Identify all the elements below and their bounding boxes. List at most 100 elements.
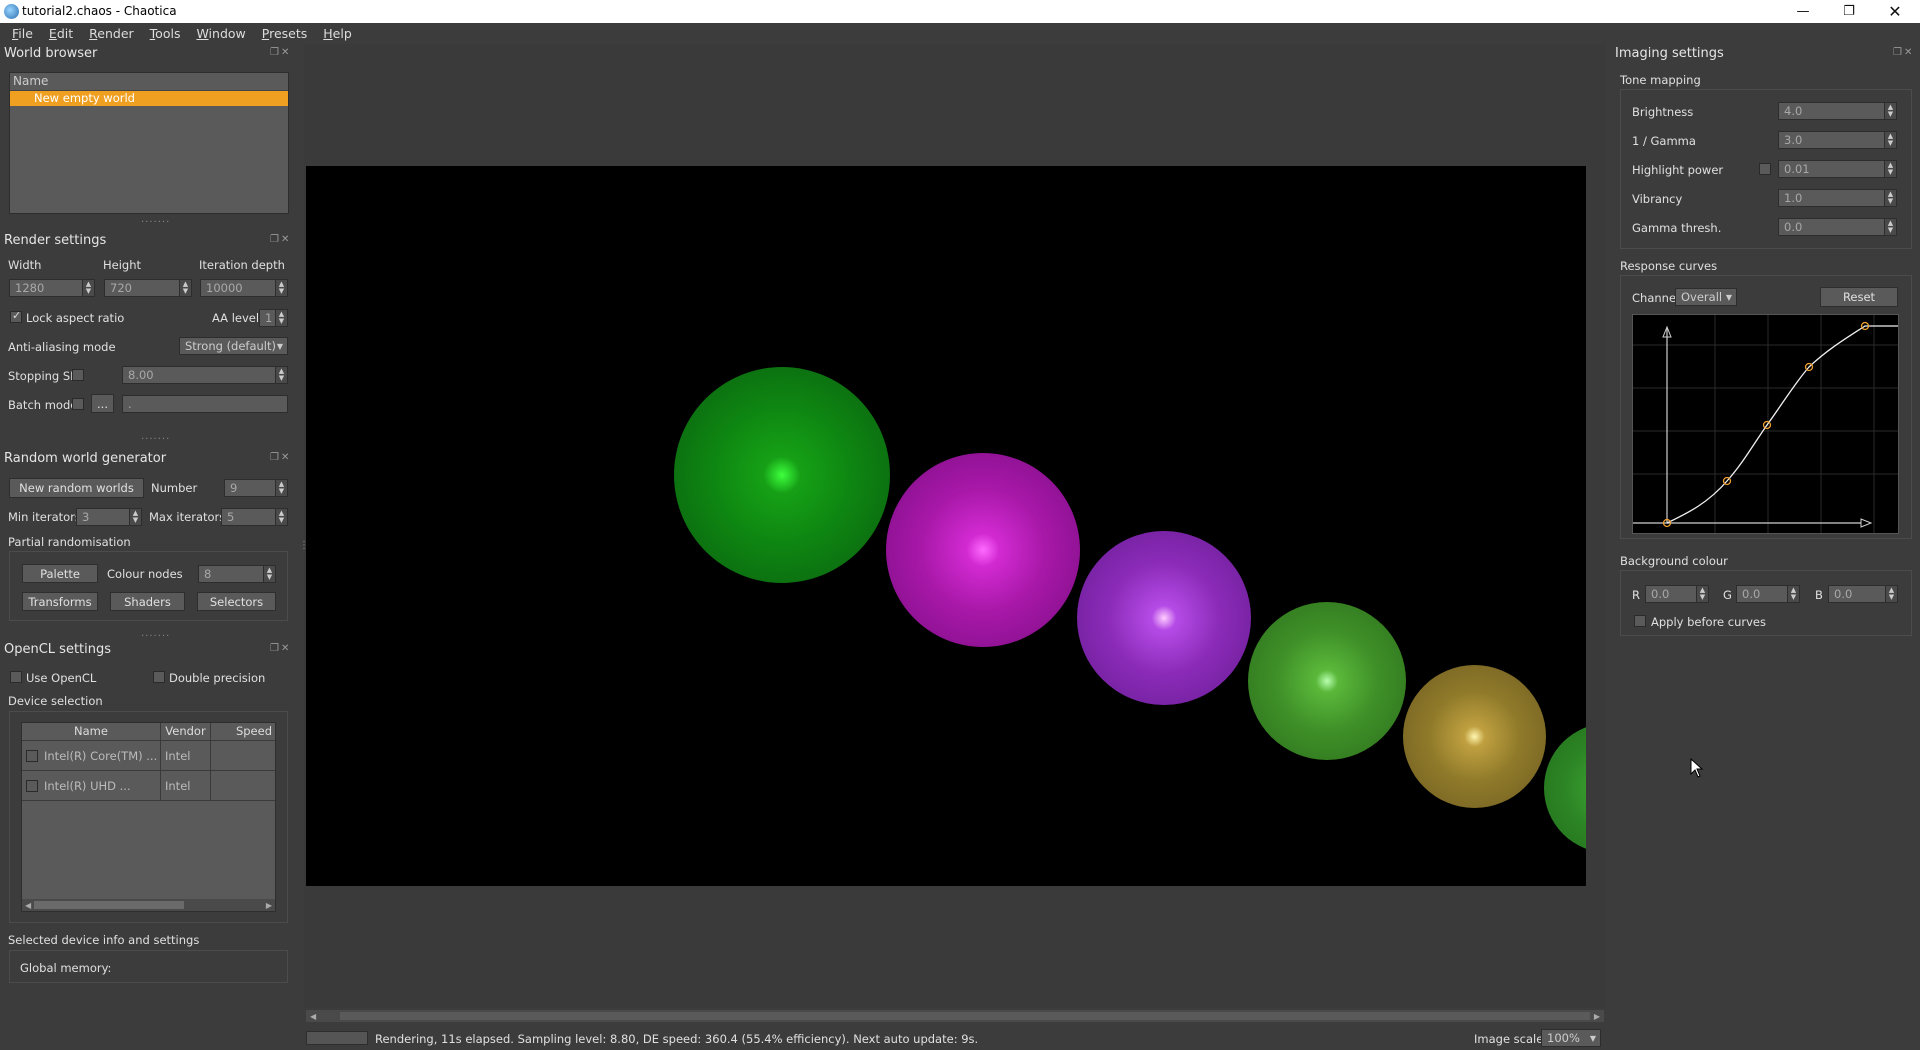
colour-nodes-input[interactable]: 8 ▲ ▼ [198,565,276,583]
iteration-depth-input[interactable]: 10000 ▲ ▼ [200,279,288,297]
batch-path-input[interactable]: . [122,395,288,413]
splitter-handle[interactable]: ······· [141,217,170,228]
brightness-input[interactable]: 4.0 ▲ ▼ [1778,102,1897,120]
close-icon[interactable]: ✕ [1872,0,1918,23]
reset-curves-button[interactable]: Reset [1820,287,1898,307]
lock-aspect-checkbox[interactable] [10,309,22,323]
dock-float-close-icon[interactable]: ❐✕ [270,234,291,245]
new-random-worlds-button[interactable]: New random worlds [9,478,144,498]
device-name: Intel(R) Core(TM) ... [44,748,158,763]
mouse-cursor-icon [1690,758,1704,778]
column-name[interactable]: Name [22,723,161,740]
world-list[interactable]: Name New empty world [9,72,289,214]
spinner-arrows-icon[interactable]: ▲ ▼ [1884,190,1896,206]
aa-level-input[interactable]: 1 ▲ ▼ [259,309,288,327]
double-precision-checkbox[interactable] [153,671,165,683]
restore-icon[interactable]: ❐ [1826,0,1872,23]
splitter-handle[interactable]: ······· [141,434,170,445]
apply-before-curves-checkbox[interactable] [1634,615,1646,627]
gamma-input[interactable]: 3.0 ▲ ▼ [1778,131,1897,149]
scroll-right-icon[interactable]: ▶ [263,901,275,910]
highlight-power-input[interactable]: 0.01 ▲ ▼ [1778,160,1897,178]
spinner-arrows-icon[interactable]: ▲ ▼ [263,566,275,582]
fractal-sphere [1403,665,1546,808]
spinner-arrows-icon[interactable]: ▲ ▼ [179,280,191,296]
batch-browse-button[interactable]: ... [91,394,114,413]
device-checkbox[interactable] [26,749,38,762]
scroll-left-icon[interactable]: ◀ [306,1012,320,1021]
spinner-arrows-icon[interactable]: ▲ ▼ [275,480,287,496]
number-label: Number [151,481,198,495]
dock-float-close-icon[interactable]: ❐✕ [270,47,291,58]
spinner-arrows-icon[interactable]: ▲ ▼ [1696,586,1708,602]
spinner-arrows-icon[interactable]: ▲ ▼ [275,367,287,383]
gamma-thresh-input[interactable]: 0.0 ▲ ▼ [1778,218,1897,236]
batch-mode-checkbox[interactable] [72,398,84,410]
spinner-arrows-icon[interactable]: ▲ ▼ [1884,219,1896,235]
dock-float-close-icon[interactable]: ❐✕ [270,452,291,463]
width-input[interactable]: 1280 ▲ ▼ [9,279,95,297]
spinner-arrows-icon[interactable]: ▲ ▼ [275,509,287,525]
spinner-arrows-icon[interactable]: ▲ ▼ [1787,586,1799,602]
curve-plot[interactable] [1633,315,1898,533]
spinner-arrows-icon[interactable]: ▲ ▼ [275,280,287,296]
scroll-thumb[interactable] [34,901,185,909]
dock-float-close-icon[interactable]: ❐✕ [270,643,291,654]
use-opencl-checkbox[interactable] [10,671,22,683]
shaders-button[interactable]: Shaders [110,592,185,611]
highlight-power-checkbox[interactable] [1759,163,1771,175]
minimize-icon[interactable]: — [1780,0,1826,23]
menu-presets[interactable]: Presets [254,26,316,41]
vibrancy-input[interactable]: 1.0 ▲ ▼ [1778,189,1897,207]
spinner-arrows-icon[interactable]: ▲ ▼ [1884,132,1896,148]
spinner-arrows-icon[interactable]: ▲ ▼ [82,280,94,296]
scroll-left-icon[interactable]: ◀ [22,901,34,910]
max-iterators-input[interactable]: 5 ▲ ▼ [221,508,288,526]
scroll-thumb[interactable] [340,1012,1590,1020]
menu-render[interactable]: Render [81,26,142,41]
menu-window[interactable]: Window [188,26,253,41]
stopping-sl-checkbox[interactable] [72,369,84,381]
transforms-button[interactable]: Transforms [22,592,98,611]
world-list-item[interactable]: New empty world [10,91,288,106]
anti-aliasing-dropdown[interactable]: Strong (default) ▼ [179,337,288,355]
fractal-sphere [1077,531,1251,705]
number-input[interactable]: 9 ▲ ▼ [224,479,288,497]
menu-edit[interactable]: Edit [41,26,81,41]
height-label: Height [103,258,142,272]
channel-dropdown[interactable]: Overall ▼ [1675,288,1737,306]
fractal-sphere [1248,602,1406,760]
selectors-button[interactable]: Selectors [197,592,276,611]
spinner-arrows-icon[interactable]: ▲ ▼ [1884,161,1896,177]
min-iterators-input[interactable]: 3 ▲ ▼ [76,508,142,526]
menu-file[interactable]: File [4,26,41,41]
scroll-right-icon[interactable]: ▶ [1590,1012,1604,1021]
viewport-h-scrollbar[interactable]: ◀ ▶ [306,1010,1604,1022]
device-table-h-scrollbar[interactable]: ◀ ▶ [22,899,275,911]
render-preview[interactable] [306,166,1586,886]
column-vendor[interactable]: Vendor [161,723,211,740]
splitter-handle[interactable]: ······· [141,631,170,642]
menu-help[interactable]: Help [315,26,360,41]
table-row[interactable]: Intel(R) UHD ... Intel [22,771,275,801]
height-input[interactable]: 720 ▲ ▼ [104,279,192,297]
spinner-arrows-icon[interactable]: ▲ ▼ [1884,103,1896,119]
spinner-arrows-icon[interactable]: ▲ ▼ [275,310,287,326]
menu-tools[interactable]: Tools [142,26,189,41]
bg-r-input[interactable]: 0.0 ▲ ▼ [1645,585,1709,603]
world-list-header[interactable]: Name [10,73,288,91]
spinner-arrows-icon[interactable]: ▲ ▼ [129,509,141,525]
palette-button[interactable]: Palette [22,564,98,583]
table-row[interactable]: Intel(R) Core(TM) ... Intel [22,741,275,771]
image-scale-dropdown[interactable]: 100% ▼ [1541,1029,1601,1047]
spinner-arrows-icon[interactable]: ▲ ▼ [1885,586,1897,602]
column-speed[interactable]: Speed [211,723,275,740]
device-table[interactable]: Name Vendor Speed Intel(R) Core(TM) ... … [21,722,276,912]
response-curve-editor[interactable] [1632,314,1899,534]
bg-b-input[interactable]: 0.0 ▲ ▼ [1828,585,1898,603]
bg-g-input[interactable]: 0.0 ▲ ▼ [1736,585,1800,603]
dock-float-close-icon[interactable]: ❐✕ [1893,47,1914,58]
device-checkbox[interactable] [26,779,38,792]
stopping-sl-input[interactable]: 8.00 ▲ ▼ [122,366,288,384]
opencl-title: OpenCL settings [4,642,112,657]
